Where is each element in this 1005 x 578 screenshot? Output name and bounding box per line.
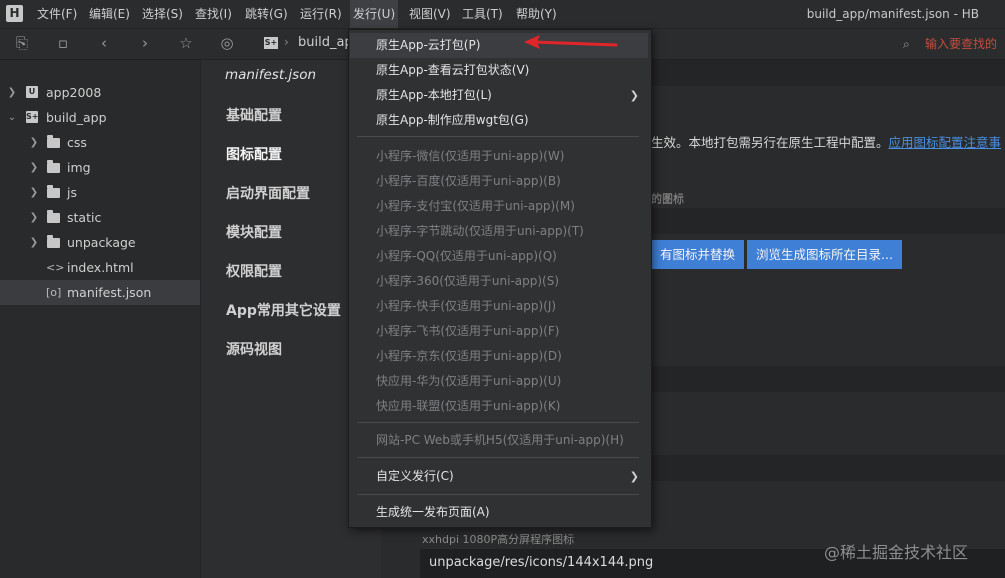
menu-help[interactable]: 帮助(Y) xyxy=(513,0,560,28)
editor-tab-title[interactable]: manifest.json xyxy=(225,67,316,83)
icon-hint-label: 的图标 xyxy=(651,193,684,206)
menu-native-wgt-pack[interactable]: 原生App-制作应用wgt包(G) xyxy=(376,108,529,133)
tree-item-label: img xyxy=(67,160,91,175)
menu-mp-qq[interactable]: 小程序-QQ(仅适用于uni-app)(Q) xyxy=(376,244,557,269)
menubar: H 文件(F) 编辑(E) 选择(S) 查找(I) 跳转(G) 运行(R) 发行… xyxy=(0,0,1005,29)
menu-mp-weixin[interactable]: 小程序-微信(仅适用于uni-app)(W) xyxy=(376,144,564,169)
project-badge-icon: S+ xyxy=(264,37,278,49)
chevron-right-icon: ❯ xyxy=(29,137,39,148)
tree-item-file-selected[interactable]: [o] manifest.json xyxy=(0,280,200,305)
nav-source-view[interactable]: 源码视图 xyxy=(226,339,282,359)
publish-dropdown-menu: 原生App-云打包(P) 原生App-查看云打包状态(V) 原生App-本地打包… xyxy=(348,29,652,528)
menu-file[interactable]: 文件(F) xyxy=(34,0,80,28)
annotation-arrow-icon xyxy=(524,35,618,49)
nav-module-config[interactable]: 模块配置 xyxy=(226,222,282,242)
html-file-icon: <> xyxy=(46,261,65,274)
tree-item-project[interactable]: ⌄ S+ build_app xyxy=(0,105,200,130)
menu-divider xyxy=(357,136,639,137)
tree-item-folder[interactable]: ❯ css xyxy=(0,130,200,155)
nav-app-other-settings[interactable]: App常用其它设置 xyxy=(226,300,341,320)
run-icon[interactable]: ◎ xyxy=(217,33,237,53)
icon-caption: xxhdpi 1080P高分屏程序图标 xyxy=(422,533,575,546)
menu-mp-baidu[interactable]: 小程序-百度(仅适用于uni-app)(B) xyxy=(376,169,561,194)
menu-publish[interactable]: 发行(U) xyxy=(350,0,399,28)
menu-mp-feishu[interactable]: 小程序-飞书(仅适用于uni-app)(F) xyxy=(376,319,559,344)
menu-generate-release-page[interactable]: 生成统一发布页面(A) xyxy=(376,500,490,525)
submenu-arrow-icon: ❯ xyxy=(629,89,639,102)
tree-item-label: build_app xyxy=(46,110,107,125)
folder-icon xyxy=(47,235,60,248)
menu-native-cloud-status[interactable]: 原生App-查看云打包状态(V) xyxy=(376,58,529,83)
menu-mp-alipay[interactable]: 小程序-支付宝(仅适用于uni-app)(M) xyxy=(376,194,575,219)
hbuilderx-logo-icon: H xyxy=(6,5,23,22)
nav-permission-config[interactable]: 权限配置 xyxy=(226,261,282,281)
replace-all-icons-button[interactable]: 有图标并替换 xyxy=(651,240,745,269)
tree-item-label: unpackage xyxy=(67,235,136,250)
tree-item-project[interactable]: ❯ U app2008 xyxy=(0,80,200,105)
tree-item-label: static xyxy=(67,210,102,225)
menu-custom-publish[interactable]: 自定义发行(C) xyxy=(376,464,454,489)
menu-mp-360[interactable]: 小程序-360(仅适用于uni-app)(S) xyxy=(376,269,559,294)
project-explorer: ❯ U app2008 ⌄ S+ build_app ❯ css ❯ img ❯… xyxy=(0,60,201,578)
submenu-arrow-icon: ❯ xyxy=(629,470,639,483)
project-icon: U xyxy=(26,86,38,98)
tree-item-label: manifest.json xyxy=(67,285,152,300)
tree-item-label: css xyxy=(67,135,87,150)
chevron-down-icon: ⌄ xyxy=(7,112,17,123)
icon-config-notes-link[interactable]: 应用图标配置注意事 xyxy=(889,135,1002,150)
forward-icon[interactable]: › xyxy=(135,33,155,53)
star-icon[interactable]: ☆ xyxy=(176,33,196,53)
menu-find[interactable]: 查找(I) xyxy=(192,0,235,28)
back-icon[interactable]: ‹ xyxy=(94,33,114,53)
menu-goto[interactable]: 跳转(G) xyxy=(242,0,291,28)
menu-quickapp-huawei[interactable]: 快应用-华为(仅适用于uni-app)(U) xyxy=(376,369,561,394)
tree-item-folder[interactable]: ❯ img xyxy=(0,155,200,180)
menu-mp-jd[interactable]: 小程序-京东(仅适用于uni-app)(D) xyxy=(376,344,562,369)
menu-edit[interactable]: 编辑(E) xyxy=(86,0,133,28)
tree-item-label: index.html xyxy=(67,260,134,275)
chevron-right-icon: ❯ xyxy=(29,187,39,198)
nav-splash-config[interactable]: 启动界面配置 xyxy=(226,183,310,203)
json-file-icon: [o] xyxy=(46,286,62,299)
menu-run[interactable]: 运行(R) xyxy=(297,0,345,28)
chevron-right-icon: ❯ xyxy=(29,237,39,248)
folder-icon xyxy=(47,135,60,148)
folder-icon xyxy=(47,210,60,223)
chevron-right-icon: ❯ xyxy=(29,212,39,223)
window-title: build_app/manifest.json - HB xyxy=(806,7,979,21)
notice-text-body: 生效。本地打包需另行在原生工程中配置。 xyxy=(651,135,889,150)
menu-divider xyxy=(357,457,639,458)
menu-divider xyxy=(357,494,639,495)
menu-mp-toutiao[interactable]: 小程序-字节跳动(仅适用于uni-app)(T) xyxy=(376,219,584,244)
menu-view[interactable]: 视图(V) xyxy=(406,0,454,28)
tree-item-folder[interactable]: ❯ static xyxy=(0,205,200,230)
menu-native-local-pack[interactable]: 原生App-本地打包(L) xyxy=(376,83,492,108)
watermark: @稀土掘金技术社区 xyxy=(824,543,969,562)
notice-text: 生效。本地打包需另行在原生工程中配置。应用图标配置注意事 xyxy=(651,132,1001,151)
tree-item-file[interactable]: <> index.html xyxy=(0,255,200,280)
tree-item-folder[interactable]: ❯ unpackage xyxy=(0,230,200,255)
menu-quickapp-union[interactable]: 快应用-联盟(仅适用于uni-app)(K) xyxy=(376,394,560,419)
chevron-right-icon: ❯ xyxy=(29,162,39,173)
save-icon[interactable]: ▫ xyxy=(53,33,73,53)
search-icon[interactable]: ⌕ xyxy=(903,37,919,51)
chevron-right-icon: ❯ xyxy=(7,87,17,98)
new-file-icon[interactable]: ⎘ xyxy=(12,33,32,53)
browse-icons-folder-button[interactable]: 浏览生成图标所在目录... xyxy=(747,240,902,269)
menu-mp-kuaishou[interactable]: 小程序-快手(仅适用于uni-app)(J) xyxy=(376,294,556,319)
menu-select[interactable]: 选择(S) xyxy=(139,0,186,28)
folder-icon xyxy=(47,160,60,173)
search-input[interactable]: 输入要查找的 xyxy=(925,34,1005,54)
tree-item-label: js xyxy=(67,185,77,200)
nav-icon-config[interactable]: 图标配置 xyxy=(226,144,282,164)
tree-item-label: app2008 xyxy=(46,85,102,100)
project-icon: S+ xyxy=(26,111,39,123)
menu-tools[interactable]: 工具(T) xyxy=(459,0,506,28)
tree-item-folder[interactable]: ❯ js xyxy=(0,180,200,205)
breadcrumb-separator-icon: › xyxy=(284,35,289,49)
nav-basic-config[interactable]: 基础配置 xyxy=(226,105,282,125)
menu-web-h5[interactable]: 网站-PC Web或手机H5(仅适用于uni-app)(H) xyxy=(376,428,624,453)
folder-icon xyxy=(47,185,60,198)
menu-divider xyxy=(357,422,639,423)
